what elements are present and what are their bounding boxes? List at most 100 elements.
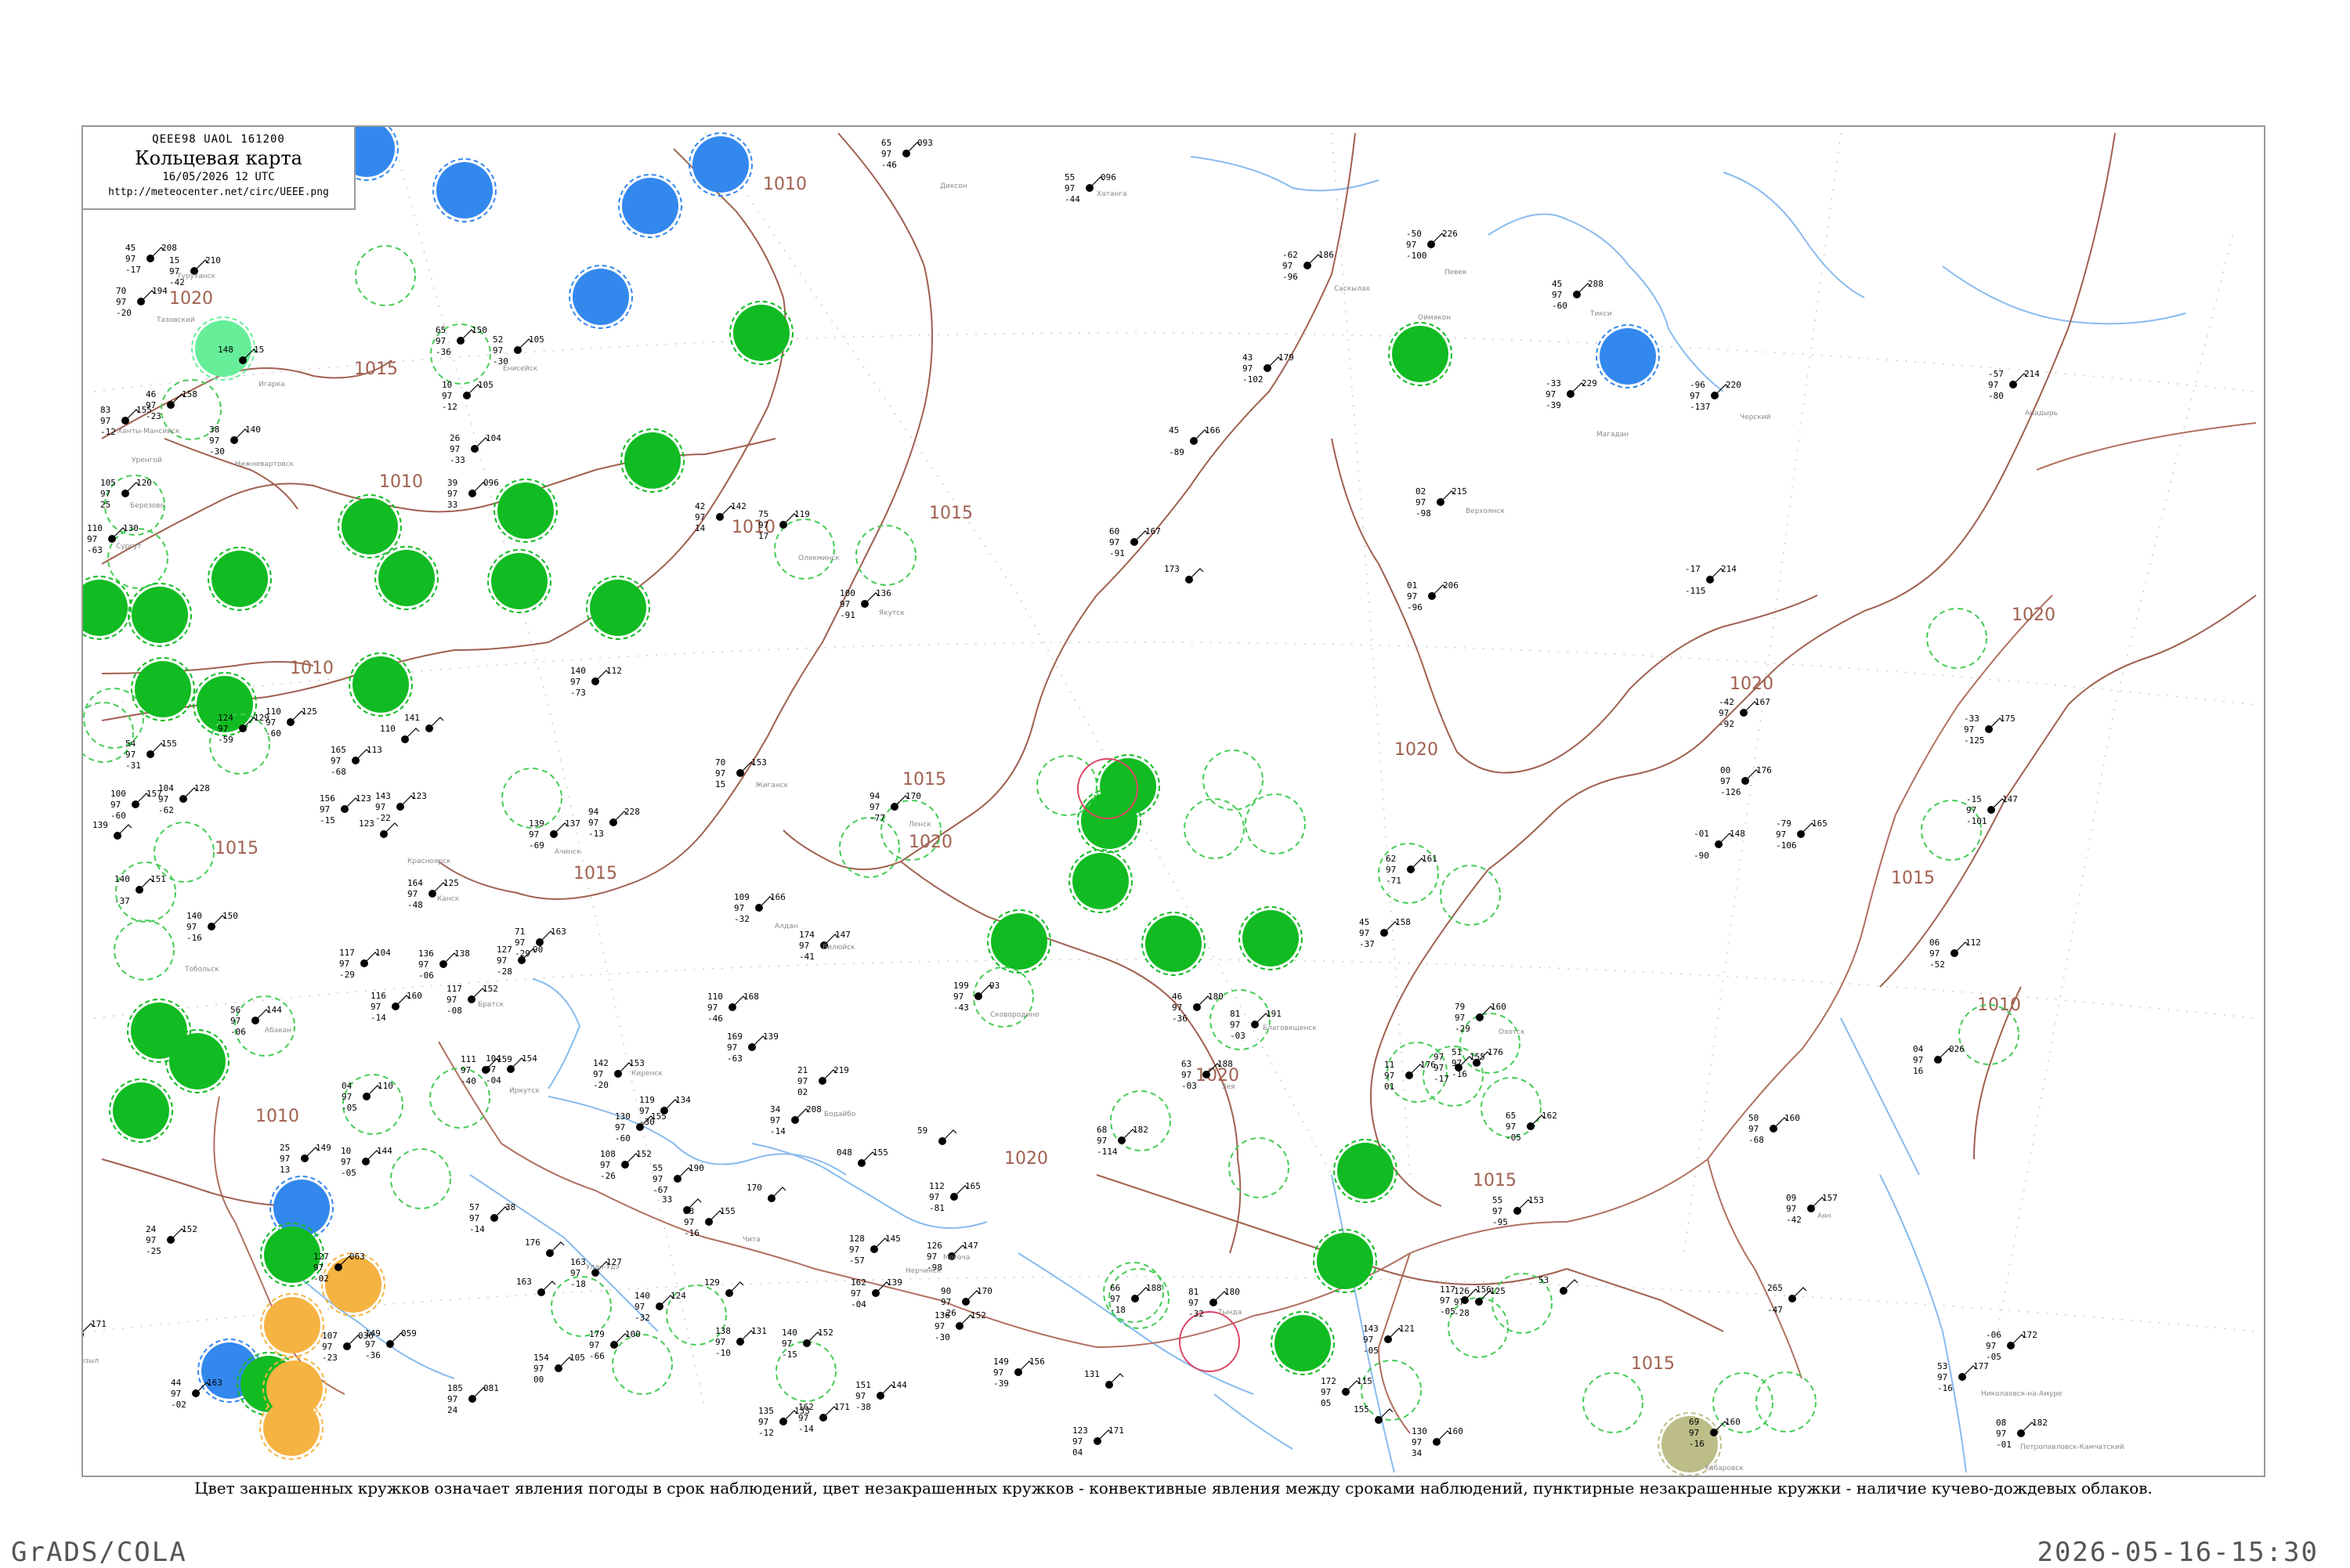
station-value: 127	[313, 1252, 329, 1262]
station-value: 46	[146, 389, 156, 399]
station-value: -57	[1988, 369, 2004, 379]
weather-circle	[1271, 1311, 1335, 1375]
station-value: -39	[993, 1378, 1009, 1389]
station-value: 170	[906, 791, 921, 801]
station-value: 97	[1492, 1206, 1502, 1216]
station-value: 97	[146, 400, 156, 410]
station-plot: -42 167 97-92	[1719, 697, 1770, 729]
station-plot: -62 186 97-96	[1282, 250, 1334, 282]
station-value: 139	[529, 818, 544, 829]
station-value: 163	[551, 927, 566, 937]
station-plot: 138 131 97-10	[715, 1326, 767, 1358]
station-value: 97	[1455, 1013, 1465, 1023]
station-value: 142	[731, 501, 747, 511]
station-value: 10	[442, 380, 452, 390]
station-name: Братск	[478, 1001, 504, 1009]
station-value: 148	[1730, 829, 1745, 839]
station-value: 104	[486, 433, 501, 443]
station-name: Сургут	[116, 543, 142, 551]
station-value: 128	[849, 1234, 865, 1244]
station-plot: 46 180 97-36	[1172, 992, 1224, 1024]
station-value: 117	[1440, 1284, 1455, 1295]
station-value: 97	[1384, 1071, 1394, 1081]
weather-circle	[374, 546, 439, 610]
station-value: -06	[418, 970, 434, 981]
station-value: 97	[218, 724, 228, 734]
isobar-label: 1010	[290, 659, 334, 678]
station-value: 97	[331, 756, 341, 766]
station-value: 97	[320, 804, 330, 815]
station-value: 160	[407, 991, 422, 1001]
station-value: 65	[1506, 1111, 1516, 1121]
station-value: 163	[516, 1277, 532, 1287]
station-value: 97	[953, 992, 964, 1002]
isobar-label: 1015	[1891, 869, 1935, 888]
weather-circle	[1202, 750, 1264, 811]
station-name: Енисейск	[503, 365, 538, 373]
station-name: Туруханск	[176, 273, 216, 280]
isobar-label: 1015	[354, 359, 398, 379]
station-value: 144	[266, 1005, 282, 1015]
station-value: 143	[375, 791, 391, 801]
weather-circle	[620, 428, 685, 493]
station-value: 50	[1748, 1113, 1759, 1123]
station-value: -57	[849, 1255, 865, 1266]
map-url[interactable]: http://meteocenter.net/circ/UEEE.png	[83, 186, 354, 198]
weather-circle	[83, 576, 132, 640]
weather-circle	[839, 817, 900, 878]
weather-circle	[131, 657, 195, 721]
station-value: -42	[1786, 1215, 1802, 1225]
isobar-label: 1015	[1631, 1354, 1675, 1374]
station-value: 97	[1359, 928, 1369, 938]
station-value: 97	[266, 717, 276, 728]
station-plot: 66 188 97-18	[1110, 1283, 1162, 1315]
station-value: 105	[478, 380, 494, 390]
station-value: 174	[799, 930, 815, 940]
station-name: Верхоянск	[1466, 508, 1506, 515]
station-value: 160	[1491, 1002, 1506, 1012]
station-value: 97	[1506, 1122, 1516, 1132]
weather-circle	[1036, 755, 1097, 816]
station-value: 97	[100, 489, 110, 499]
weather-circle	[208, 547, 272, 611]
station-value: -02	[313, 1274, 329, 1284]
station-value: 160	[1725, 1417, 1741, 1427]
station-value: -101	[1966, 816, 1987, 826]
station-value: 59	[917, 1125, 927, 1136]
station-value: 155	[720, 1206, 736, 1216]
station-value: -31	[125, 761, 141, 771]
station-value: -47	[1767, 1305, 1783, 1315]
station-value: 97	[1242, 363, 1253, 374]
station-name: Петропавловск-Камчатский	[2020, 1443, 2124, 1451]
station-plot: 70 194 97-20	[116, 286, 168, 318]
station-value: 176	[525, 1237, 540, 1248]
station-value: 126	[1454, 1286, 1470, 1296]
station-name: Чита	[743, 1236, 761, 1244]
weather-circle	[1755, 1371, 1817, 1433]
station-plot: 140 151 -37	[114, 874, 166, 906]
station-value: -05	[342, 1103, 357, 1113]
station-value: 97	[1996, 1429, 2006, 1439]
station-value: -62	[158, 805, 174, 815]
station-plot: 01 206 97-96	[1407, 580, 1459, 612]
station-plot: 169 139 97-63	[727, 1031, 779, 1064]
station-plot: 140 124 97-32	[634, 1291, 686, 1323]
station-value: 152	[818, 1328, 833, 1338]
station-name: Тобольск	[184, 966, 219, 974]
station-value: 215	[1452, 486, 1467, 497]
station-plot: 10 144 97-05	[341, 1146, 392, 1178]
station-plot: 26 104 97-33	[450, 433, 501, 465]
station-value: 112	[606, 666, 622, 676]
station-value: 62	[1386, 854, 1396, 864]
station-value: -38	[855, 1402, 871, 1412]
weather-circle	[355, 245, 416, 306]
station-plot: -01 148 -90	[1694, 829, 1745, 861]
isobar-label: 1020	[1730, 674, 1773, 694]
station-value: 97	[734, 903, 744, 913]
station-name: Олекминск	[798, 555, 840, 562]
station-value: -15	[1966, 794, 1982, 804]
station-name: Николаевск-на-Амуре	[1981, 1390, 2063, 1398]
station-value: -36	[1172, 1013, 1188, 1024]
station-name: Тазовский	[156, 316, 195, 324]
station-value: 66	[1110, 1283, 1120, 1293]
